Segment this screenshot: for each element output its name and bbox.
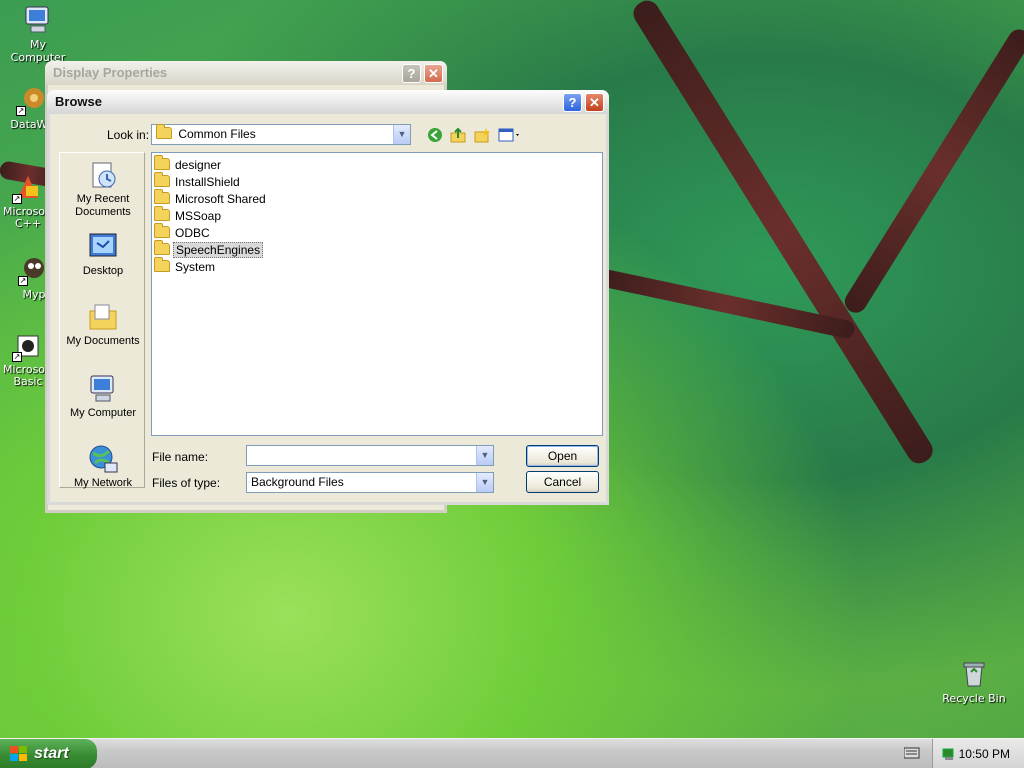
help-button[interactable]: ?: [402, 64, 421, 83]
back-icon[interactable]: [426, 127, 444, 145]
start-label: start: [34, 745, 69, 762]
file-type-label: Files of type:: [152, 476, 221, 490]
cancel-button[interactable]: Cancel: [526, 471, 599, 493]
desktop-icon-label: Recycle Bin: [942, 692, 1006, 705]
display-properties-titlebar[interactable]: Display Properties ? ✕: [45, 61, 447, 85]
place-my-recent-documents[interactable]: My Recent Documents: [60, 159, 146, 219]
folder-icon: [154, 206, 170, 221]
file-list-item[interactable]: MSSoap: [152, 206, 602, 225]
view-menu-icon[interactable]: [497, 127, 523, 145]
new-folder-icon[interactable]: [473, 127, 491, 145]
window-title: Display Properties: [53, 65, 168, 80]
chevron-down-icon[interactable]: ▼: [476, 446, 493, 465]
file-name: System: [175, 260, 216, 274]
windows-logo-icon: [10, 746, 28, 762]
place-label: Desktop: [82, 265, 124, 277]
file-list-item-selected[interactable]: SpeechEngines: [152, 240, 602, 259]
clock[interactable]: 10:50 PM: [959, 747, 1010, 761]
taskbar: start 10:50 PM: [0, 738, 1024, 768]
chevron-down-icon[interactable]: ▼: [393, 125, 410, 144]
open-button[interactable]: Open: [526, 445, 599, 467]
file-list-item[interactable]: ODBC: [152, 223, 602, 242]
browse-titlebar[interactable]: Browse ? ✕: [47, 90, 609, 114]
place-label: My Network: [73, 477, 133, 489]
computer-icon: [22, 4, 54, 36]
look-in-select[interactable]: Common Files ▼: [151, 124, 411, 145]
file-name: MSSoap: [175, 209, 222, 223]
recycle-bin-icon: [958, 658, 990, 690]
chevron-down-icon[interactable]: ▼: [476, 473, 493, 492]
folder-icon: [154, 172, 170, 187]
places-bar: My Recent Documents Desktop My Documents…: [59, 152, 146, 490]
folder-icon: [156, 124, 172, 139]
help-button[interactable]: ?: [563, 93, 582, 112]
file-name: Microsoft Shared: [175, 192, 266, 206]
file-name: designer: [175, 158, 222, 172]
folder-icon: [154, 240, 170, 255]
close-button[interactable]: ✕: [424, 64, 443, 83]
file-name: InstallShield: [175, 175, 240, 189]
look-in-label: Look in:: [107, 128, 150, 142]
visual-basic-shortcut-icon: ↗: [12, 330, 44, 362]
folder-icon: [154, 223, 170, 238]
shortcut-arrow-icon: ↗: [16, 106, 26, 116]
file-name: ODBC: [175, 226, 210, 240]
desktop-icon-recycle-bin[interactable]: Recycle Bin: [938, 658, 1010, 705]
network-icon[interactable]: [941, 746, 957, 762]
window-title: Browse: [55, 94, 102, 109]
shortcut-arrow-icon: ↗: [12, 194, 22, 204]
place-my-documents[interactable]: My Documents: [60, 301, 146, 348]
keyboard-icon[interactable]: [903, 747, 920, 759]
file-name-field[interactable]: ▼: [246, 445, 494, 466]
place-label: My Recent Documents: [75, 193, 131, 218]
file-name: SpeechEngines: [173, 242, 264, 258]
close-button[interactable]: ✕: [585, 93, 604, 112]
file-name-label: File name:: [152, 450, 209, 464]
place-label: My Computer: [69, 407, 137, 419]
place-my-computer[interactable]: My Computer: [60, 373, 146, 420]
file-list[interactable]: designer InstallShield Microsoft Shared …: [151, 152, 603, 436]
my-computer-icon: [87, 373, 119, 405]
file-list-item[interactable]: System: [152, 257, 602, 276]
desktop-icon-my-computer[interactable]: My Computer: [2, 4, 74, 64]
browse-dialog[interactable]: Browse ? ✕ Look in: Common Files ▼ My Re…: [47, 90, 609, 505]
shortcut-arrow-icon: ↗: [12, 352, 22, 362]
start-button[interactable]: start: [0, 739, 97, 768]
look-in-value: Common Files: [178, 127, 256, 141]
place-desktop[interactable]: Desktop: [60, 231, 146, 278]
place-my-network[interactable]: My Network: [60, 443, 146, 490]
up-folder-icon[interactable]: [449, 127, 467, 145]
file-list-item[interactable]: designer: [152, 155, 602, 174]
file-list-item[interactable]: Microsoft Shared: [152, 189, 602, 208]
file-type-value: Background Files: [251, 475, 344, 489]
place-label: My Documents: [66, 335, 140, 347]
shortcut-arrow-icon: ↗: [18, 276, 28, 286]
file-list-item[interactable]: InstallShield: [152, 172, 602, 191]
folder-icon: [154, 189, 170, 204]
desktop-icon: [87, 231, 119, 263]
folder-icon: [154, 257, 170, 272]
datawarehouse-shortcut-icon: ↗: [16, 84, 48, 116]
system-tray: 10:50 PM: [932, 739, 1024, 768]
my-documents-icon: [87, 301, 119, 333]
my-network-icon: [87, 443, 119, 475]
file-type-select[interactable]: Background Files ▼: [246, 472, 494, 493]
folder-icon: [154, 155, 170, 170]
visual-cpp-shortcut-icon: ↗: [12, 172, 44, 204]
recent-documents-icon: [87, 159, 119, 191]
wallpaper-branch: [840, 25, 1024, 317]
